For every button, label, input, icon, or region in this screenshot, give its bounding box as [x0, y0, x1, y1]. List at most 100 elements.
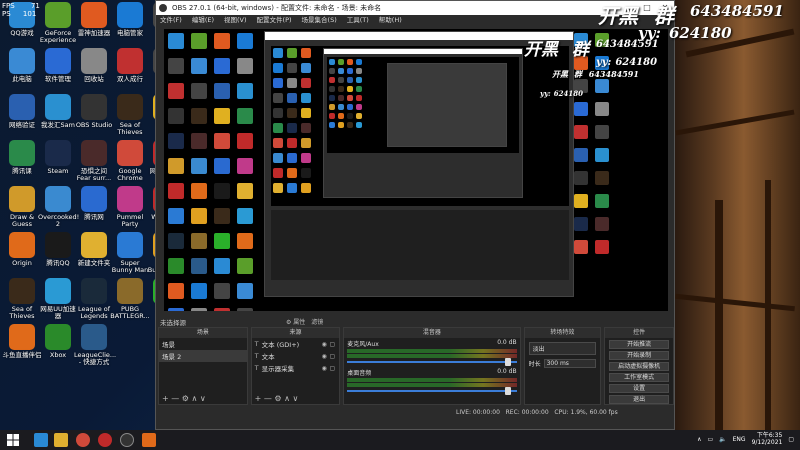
- channel-db: 0.0 dB: [497, 339, 517, 346]
- nested-icon: [273, 183, 283, 193]
- nested-icon: [237, 233, 253, 249]
- source-item[interactable]: T 文本 ◉ ▢: [252, 350, 340, 362]
- menu-item[interactable]: 场景集合(S): [302, 15, 337, 26]
- taskbar-edge-icon[interactable]: [34, 433, 48, 447]
- desktop-icon[interactable]: Super Bunny Man: [110, 232, 150, 282]
- desktop-icon[interactable]: Draw & Guess: [2, 186, 42, 236]
- lock-icon[interactable]: ▢: [328, 341, 336, 348]
- desktop-icon[interactable]: Steam: [38, 140, 78, 190]
- visibility-eye-icon[interactable]: ◉: [320, 353, 328, 360]
- scenes-dock-toolbar[interactable]: + — ⚙ ∧ ∨: [159, 394, 247, 404]
- scene-item[interactable]: 场景: [159, 338, 247, 350]
- desktop-icon[interactable]: 网易UU加速器: [38, 278, 78, 328]
- desktop-icon[interactable]: 电脑管家: [110, 2, 150, 52]
- menu-item[interactable]: 编辑(E): [192, 15, 214, 26]
- clock[interactable]: 下午6:35 9/12/2021: [752, 432, 783, 446]
- text-source-icon: T: [254, 352, 259, 360]
- volume-slider[interactable]: [347, 387, 517, 395]
- control-button[interactable]: 开始推流: [609, 340, 669, 349]
- desktop-icon[interactable]: Sea of Thieves: [110, 94, 150, 144]
- control-button[interactable]: 开始录制: [609, 351, 669, 360]
- desktop-icon[interactable]: LeagueClie... - 快捷方式: [74, 324, 116, 374]
- windows-start-icon[interactable]: [6, 433, 20, 447]
- nested-icon: [214, 158, 230, 174]
- duration-input[interactable]: 300 ms: [543, 359, 597, 368]
- visibility-eye-icon[interactable]: ◉: [320, 365, 328, 372]
- desktop-icon[interactable]: 软件管理: [38, 48, 78, 98]
- control-button[interactable]: 设置: [609, 384, 669, 393]
- control-button[interactable]: 退出: [609, 395, 669, 404]
- control-button[interactable]: 工作室模式: [609, 373, 669, 382]
- notification-icon[interactable]: ▢: [788, 436, 794, 443]
- taskbar-douyu-icon[interactable]: [142, 433, 156, 447]
- app-icon: [117, 2, 143, 28]
- menu-item[interactable]: 工具(T): [347, 15, 369, 26]
- menu-item[interactable]: 文件(F): [160, 15, 182, 26]
- scene-item[interactable]: 场景 2: [159, 350, 247, 362]
- volume-slider-knob[interactable]: [504, 387, 511, 395]
- taskbar-explorer-icon[interactable]: [54, 433, 68, 447]
- volume-slider[interactable]: [347, 358, 517, 366]
- desktop-icon[interactable]: 此电脑: [2, 48, 42, 98]
- desktop-icon[interactable]: 腾讯网: [74, 186, 114, 236]
- desktop-icon[interactable]: 腾讯QQ: [38, 232, 78, 282]
- desktop-icon[interactable]: 我发汇Sam: [38, 94, 78, 144]
- desktop-icon[interactable]: Google Chrome: [110, 140, 150, 190]
- properties-tab[interactable]: ⚙ 属性: [286, 317, 305, 326]
- desktop-icon[interactable]: 恐惧之间 Fear surr...: [74, 140, 114, 190]
- taskbar-chrome-icon[interactable]: [76, 433, 90, 447]
- lock-icon[interactable]: ▢: [328, 353, 336, 360]
- desktop-icon[interactable]: OBS Studio: [74, 94, 114, 144]
- menu-item[interactable]: 帮助(H): [379, 15, 402, 26]
- desktop-icon-label: 电脑管家: [117, 29, 143, 37]
- fps-sub-value: 101: [22, 10, 37, 18]
- desktop-icon[interactable]: 双人成行: [110, 48, 150, 98]
- lock-icon[interactable]: ▢: [328, 365, 336, 372]
- nested-icon: [273, 153, 283, 163]
- filters-tab[interactable]: 滤镜: [311, 317, 323, 326]
- nested-icon: [237, 33, 253, 49]
- transition-type-select[interactable]: 淡出: [528, 342, 597, 355]
- desktop-icon[interactable]: PUBG BATTLEGR...: [110, 278, 150, 328]
- desktop-icon[interactable]: 回收站: [74, 48, 114, 98]
- desktop-icon[interactable]: Sea of Thieves: [2, 278, 42, 328]
- desktop-icon-label: Sea of Thieves: [9, 305, 35, 320]
- menu-item[interactable]: 配置文件(P): [257, 15, 292, 26]
- desktop-icon[interactable]: 斗鱼直播伴侣: [2, 324, 42, 374]
- menu-item[interactable]: 视图(V): [224, 15, 247, 26]
- tray-network-icon[interactable]: ▭: [707, 436, 713, 443]
- source-item[interactable]: T 文本 (GDI+) ◉ ▢: [252, 338, 340, 350]
- control-button[interactable]: 启动虚拟摄像机: [609, 362, 669, 371]
- taskbar-obs-icon[interactable]: [120, 433, 134, 447]
- obs-window[interactable]: OBS 27.0.1 (64-bit, windows) - 配置文件: 未命名…: [155, 0, 675, 430]
- desktop-icon[interactable]: 腾讯课: [2, 140, 42, 190]
- nested-icon: [595, 171, 609, 185]
- desktop-icon[interactable]: 新建文件夹: [74, 232, 114, 282]
- app-icon: [9, 94, 35, 120]
- controls-dock-title: 控件: [605, 328, 673, 338]
- source-item[interactable]: T 显示器采集 ◉ ▢: [252, 362, 340, 374]
- desktop-icon[interactable]: 网络验证: [2, 94, 42, 144]
- nested-icon: [214, 308, 230, 311]
- obs-titlebar[interactable]: OBS 27.0.1 (64-bit, windows) - 配置文件: 未命名…: [156, 1, 674, 15]
- volume-slider-knob[interactable]: [504, 358, 511, 366]
- desktop-icon[interactable]: Pummel Party: [110, 186, 150, 236]
- transitions-dock: 转场特效 淡出 时长 300 ms: [523, 327, 602, 405]
- tray-volume-icon[interactable]: 🔈: [719, 436, 726, 443]
- desktop-icon[interactable]: 雷神加速器: [74, 2, 114, 52]
- nested-icon: [168, 108, 184, 124]
- language-indicator[interactable]: ENG: [733, 436, 746, 443]
- nested-icon: [237, 108, 253, 124]
- desktop-icon-label: Steam: [47, 167, 69, 175]
- visibility-eye-icon[interactable]: ◉: [320, 341, 328, 348]
- desktop-icon[interactable]: Overcooked! 2: [38, 186, 79, 236]
- desktop-icon[interactable]: Origin: [2, 232, 42, 282]
- tray-up-icon[interactable]: ∧: [697, 436, 701, 443]
- desktop-icon[interactable]: GeForce Experience: [38, 2, 78, 52]
- desktop-icon[interactable]: Xbox: [38, 324, 78, 374]
- taskbar-netease-icon[interactable]: [98, 433, 112, 447]
- desktop-icon[interactable]: League of Legends: [74, 278, 114, 328]
- nested-icon: [168, 83, 184, 99]
- preview-canvas[interactable]: 开黑群 643484591 yy: 624180 开黑群 643484591 yy…: [164, 29, 668, 311]
- sources-dock-toolbar[interactable]: + — ⚙ ∧ ∨: [252, 394, 340, 404]
